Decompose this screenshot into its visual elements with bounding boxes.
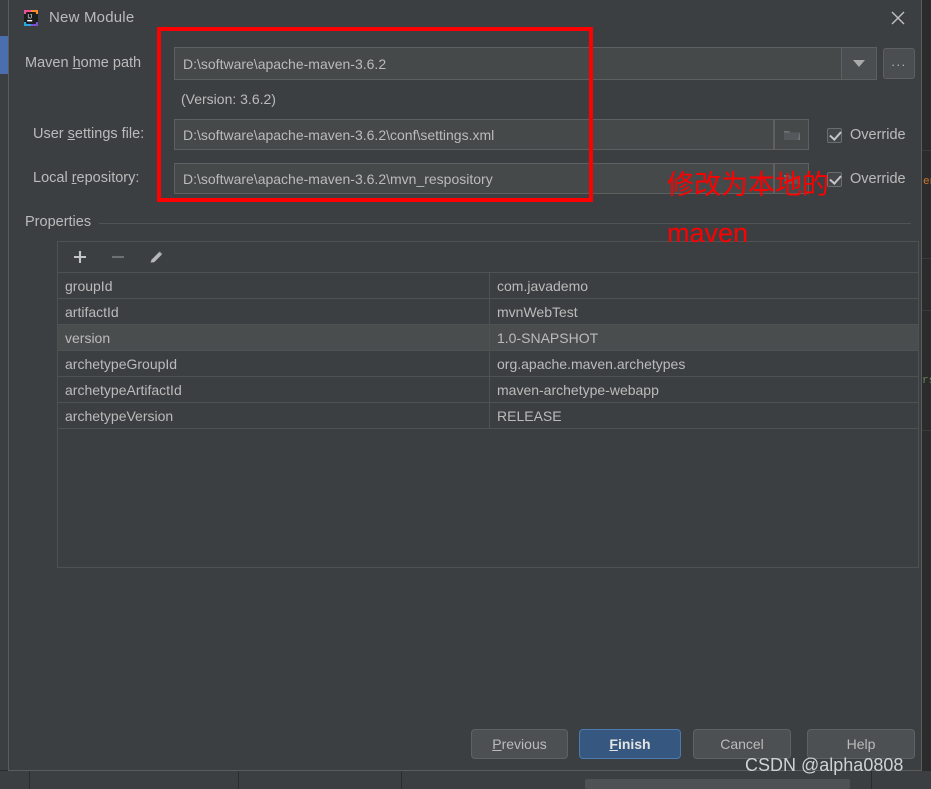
- editor-code-fragment: rs: [922, 375, 931, 387]
- property-value-cell[interactable]: mvnWebTest: [490, 299, 918, 324]
- property-value-cell[interactable]: maven-archetype-webapp: [490, 377, 918, 402]
- override-label: Override: [850, 127, 906, 143]
- previous-button[interactable]: Previous: [471, 729, 568, 759]
- table-row[interactable]: groupId com.javademo: [58, 273, 918, 299]
- ide-left-toolwindow-strip: [0, 0, 8, 789]
- status-bar-segment: [30, 771, 239, 789]
- intellij-idea-icon: IJ: [21, 8, 41, 28]
- override-label: Override: [850, 171, 906, 187]
- maven-home-path-label: Maven home path: [25, 55, 142, 71]
- property-value-cell[interactable]: org.apache.maven.archetypes: [490, 351, 918, 376]
- table-row[interactable]: archetypeVersion RELEASE: [58, 403, 918, 429]
- table-row[interactable]: artifactId mvnWebTest: [58, 299, 918, 325]
- ide-active-toolwindow-tab[interactable]: [0, 36, 8, 74]
- status-bar-progress: [585, 779, 850, 789]
- property-key-cell[interactable]: archetypeGroupId: [58, 351, 490, 376]
- editor-code-fragment: en: [923, 176, 931, 188]
- status-bar-segment: [239, 771, 402, 789]
- edit-property-icon[interactable]: [146, 247, 166, 267]
- editor-line: [922, 430, 931, 431]
- checkbox-box: [827, 127, 842, 143]
- properties-table: groupId com.javademo artifactId mvnWebTest v…: [57, 241, 919, 568]
- user-settings-file-input[interactable]: D:\software\apache-maven-3.6.2\conf\sett…: [174, 119, 774, 150]
- chevron-down-icon: [853, 60, 865, 67]
- editor-line: [922, 310, 931, 311]
- new-module-dialog: IJ New Module Maven home path D:\softwar…: [8, 0, 922, 771]
- user-settings-override-checkbox[interactable]: Override: [827, 127, 906, 143]
- maven-home-path-input[interactable]: D:\software\apache-maven-3.6.2: [174, 47, 842, 80]
- dialog-title: New Module: [49, 9, 135, 26]
- table-row[interactable]: archetypeGroupId org.apache.maven.archety…: [58, 351, 918, 377]
- property-key-cell[interactable]: version: [58, 325, 490, 350]
- ide-editor-sliver: [922, 0, 931, 789]
- property-value-cell[interactable]: com.javademo: [490, 273, 918, 298]
- group-divider: [99, 223, 911, 224]
- finish-button[interactable]: Finish: [579, 729, 681, 759]
- maven-version-note: (Version: 3.6.2): [181, 91, 276, 107]
- folder-icon: [783, 174, 800, 184]
- property-key-cell[interactable]: archetypeArtifactId: [58, 377, 490, 402]
- svg-text:IJ: IJ: [27, 15, 32, 21]
- property-key-cell[interactable]: groupId: [58, 273, 490, 298]
- close-icon[interactable]: [875, 0, 921, 36]
- local-repository-override-checkbox[interactable]: Override: [827, 171, 906, 187]
- remove-property-icon[interactable]: [108, 247, 128, 267]
- user-settings-file-label: User settings file:: [33, 126, 145, 142]
- table-row[interactable]: archetypeArtifactId maven-archetype-webap…: [58, 377, 918, 403]
- local-repository-input[interactable]: D:\software\apache-maven-3.6.2\mvn_respo…: [174, 163, 774, 194]
- properties-group-title: Properties: [25, 214, 92, 230]
- user-settings-browse-button[interactable]: [774, 119, 809, 150]
- table-row[interactable]: version 1.0-SNAPSHOT: [58, 325, 918, 351]
- checkbox-box: [827, 171, 842, 187]
- property-value-cell[interactable]: RELEASE: [490, 403, 918, 428]
- maven-home-browse-button[interactable]: ...: [883, 48, 915, 79]
- add-property-icon[interactable]: [70, 247, 90, 267]
- status-bar-segment: [0, 771, 30, 789]
- property-value-cell[interactable]: 1.0-SNAPSHOT: [490, 325, 918, 350]
- local-repository-browse-button[interactable]: [774, 163, 809, 194]
- watermark: CSDN @alpha0808: [745, 755, 904, 775]
- properties-table-toolbar: [58, 242, 918, 273]
- local-repository-label: Local repository:: [33, 170, 140, 186]
- property-key-cell[interactable]: artifactId: [58, 299, 490, 324]
- editor-line: [922, 150, 931, 151]
- dialog-title-bar: IJ New Module: [9, 0, 921, 38]
- folder-icon: [783, 130, 800, 140]
- editor-line: [922, 258, 931, 259]
- maven-home-path-dropdown[interactable]: [841, 47, 877, 80]
- properties-table-body: groupId com.javademo artifactId mvnWebTest v…: [58, 273, 918, 429]
- property-key-cell[interactable]: archetypeVersion: [58, 403, 490, 428]
